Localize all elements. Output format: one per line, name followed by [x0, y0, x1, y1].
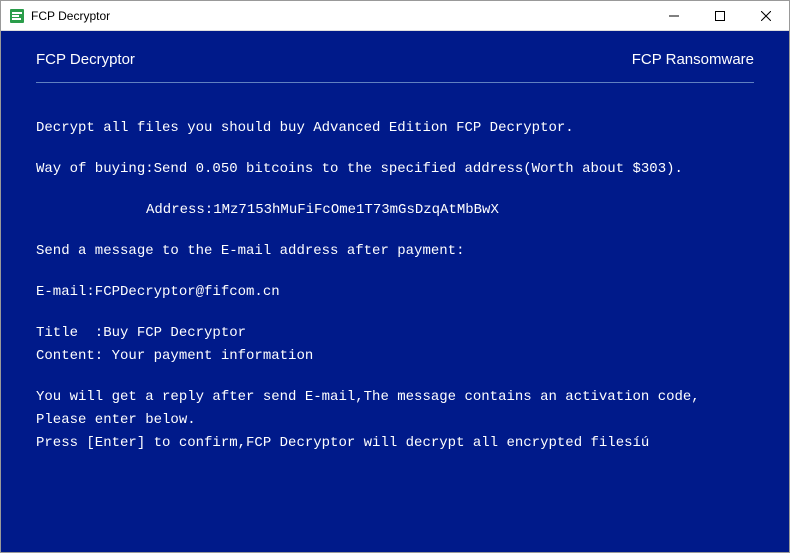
- msg-line: Please enter below.: [36, 410, 754, 431]
- header-left-label: FCP Decryptor: [36, 49, 135, 72]
- window-controls: [651, 1, 789, 30]
- titlebar: FCP Decryptor: [1, 1, 789, 31]
- divider: [36, 82, 754, 83]
- msg-line: Send a message to the E-mail address aft…: [36, 241, 754, 262]
- header-right-label: FCP Ransomware: [632, 49, 754, 72]
- msg-line: Decrypt all files you should buy Advance…: [36, 118, 754, 139]
- content-area: FCP Decryptor FCP Ransomware Decrypt all…: [1, 31, 789, 552]
- msg-line: Way of buying:Send 0.050 bitcoins to the…: [36, 159, 754, 180]
- window-title: FCP Decryptor: [31, 9, 651, 23]
- content-line: Content: Your payment information: [36, 346, 754, 367]
- bitcoin-address: Address:1Mz7153hMuFiFcOme1T73mGsDzqAtMbB…: [36, 200, 754, 221]
- email-line: E-mail:FCPDecryptor@fifcom.cn: [36, 282, 754, 303]
- content-header: FCP Decryptor FCP Ransomware: [36, 49, 754, 72]
- app-icon: [9, 8, 25, 24]
- title-line: Title :Buy FCP Decryptor: [36, 323, 754, 344]
- app-window: FCP Decryptor FCP Decryptor FCP Ransomwa…: [0, 0, 790, 553]
- maximize-button[interactable]: [697, 1, 743, 30]
- msg-line: You will get a reply after send E-mail,T…: [36, 387, 754, 408]
- msg-line: Press [Enter] to confirm,FCP Decryptor w…: [36, 433, 754, 454]
- ransom-message: Decrypt all files you should buy Advance…: [36, 118, 754, 454]
- close-button[interactable]: [743, 1, 789, 30]
- minimize-button[interactable]: [651, 1, 697, 30]
